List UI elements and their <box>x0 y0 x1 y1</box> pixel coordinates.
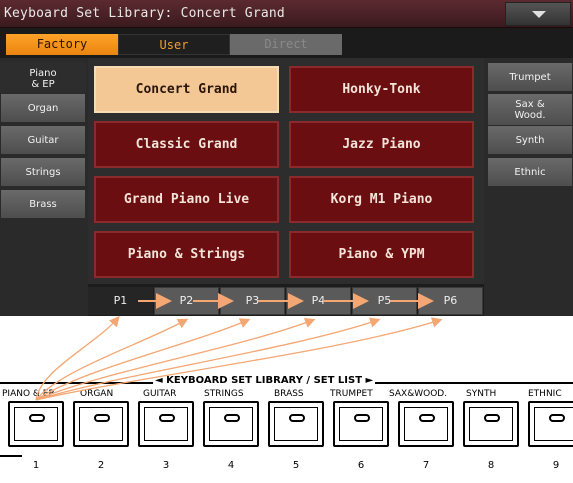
button-face <box>339 407 383 441</box>
led-indicator <box>419 414 435 422</box>
category-tab-label: Organ <box>27 102 59 114</box>
set-list-button-6[interactable] <box>333 401 389 447</box>
sound-button[interactable]: Concert Grand <box>94 66 279 113</box>
led-indicator <box>549 414 565 422</box>
set-list-button-4[interactable] <box>203 401 259 447</box>
panel-baseline <box>0 455 22 457</box>
category-tab-ethnic[interactable]: Ethnic <box>487 157 573 187</box>
tab-direct: Direct <box>230 34 342 55</box>
sound-button[interactable]: Grand Piano Live <box>94 176 279 223</box>
sound-button[interactable]: Korg M1 Piano <box>289 176 474 223</box>
sound-grid: Concert Grand Honky-Tonk Classic Grand J… <box>88 58 484 284</box>
set-list-button-5[interactable] <box>268 401 324 447</box>
page-tab-p2[interactable]: P2 <box>154 287 219 315</box>
sound-button[interactable]: Jazz Piano <box>289 121 474 168</box>
button-number: 5 <box>292 460 300 471</box>
category-tab-label: Synth <box>515 134 545 146</box>
page-tab-p3[interactable]: P3 <box>220 287 285 315</box>
category-tab-label: Trumpet <box>509 71 551 83</box>
button-face <box>404 407 448 441</box>
led-indicator <box>29 414 45 422</box>
set-list-button-8[interactable] <box>463 401 519 447</box>
set-list-category-label: BRASS <box>274 389 304 399</box>
tab-user[interactable]: User <box>118 34 230 55</box>
set-list-category-label: STRINGS <box>204 389 244 399</box>
button-number: 8 <box>487 460 495 471</box>
set-list-button-2[interactable] <box>73 401 129 447</box>
set-list-button-3[interactable] <box>138 401 194 447</box>
category-tab-guitar[interactable]: Guitar <box>0 125 86 155</box>
button-to-page-arrow <box>35 317 316 401</box>
button-to-page-arrow <box>35 317 381 401</box>
category-tab-trumpet[interactable]: Trumpet <box>487 62 573 92</box>
page-tabbar: P1 P2 P3 P4 P5 P6 <box>88 284 484 316</box>
led-indicator <box>289 414 305 422</box>
keyboard-set-library-screen: Keyboard Set Library: Concert Grand Fact… <box>0 0 573 316</box>
sound-button[interactable]: Classic Grand <box>94 121 279 168</box>
triangle-down-icon <box>532 11 546 18</box>
sound-button[interactable]: Honky-Tonk <box>289 66 474 113</box>
button-face <box>209 407 253 441</box>
category-tab-label: Piano & EP <box>29 67 57 90</box>
button-face <box>144 407 188 441</box>
page-tab-p6[interactable]: P6 <box>418 287 483 315</box>
category-tab-label: Strings <box>25 166 61 178</box>
led-indicator <box>354 414 370 422</box>
button-number: 1 <box>32 460 40 471</box>
category-tab-label: Sax & Wood. <box>514 98 546 121</box>
led-indicator <box>224 414 240 422</box>
button-number: 6 <box>357 460 365 471</box>
page-title: Keyboard Set Library: Concert Grand <box>4 6 285 21</box>
category-tab-sax-wood[interactable]: Sax & Wood. <box>487 93 573 126</box>
set-list-button-9[interactable] <box>528 401 573 447</box>
button-face <box>534 407 573 441</box>
category-tab-label: Brass <box>29 198 57 210</box>
set-list-title: ◄ KEYBOARD SET LIBRARY / SET LIST ► <box>153 375 376 386</box>
button-to-page-arrow <box>35 318 251 401</box>
set-list-category-label: PIANO & EP <box>2 389 54 399</box>
button-to-page-arrow <box>35 318 189 401</box>
button-number: 4 <box>227 460 235 471</box>
set-list-category-label: ETHNIC <box>528 389 562 399</box>
button-face <box>274 407 318 441</box>
tab-factory[interactable]: Factory <box>6 34 118 55</box>
button-to-page-arrow <box>35 317 443 401</box>
button-number: 7 <box>422 460 430 471</box>
page-menu-button[interactable] <box>505 2 571 26</box>
sound-button[interactable]: Piano & YPM <box>289 231 474 278</box>
button-face <box>79 407 123 441</box>
page-tab-p1[interactable]: P1 <box>88 287 153 315</box>
category-tab-brass[interactable]: Brass <box>0 189 86 219</box>
page-tab-p5[interactable]: P5 <box>352 287 417 315</box>
button-number: 9 <box>552 460 560 471</box>
title-bar: Keyboard Set Library: Concert Grand <box>0 0 573 28</box>
page-tab-p4[interactable]: P4 <box>286 287 351 315</box>
category-tab-synth[interactable]: Synth <box>487 125 573 155</box>
category-tab-label: Guitar <box>27 134 59 146</box>
sound-button[interactable]: Piano & Strings <box>94 231 279 278</box>
button-to-page-arrow <box>35 316 120 401</box>
category-tab-strings[interactable]: Strings <box>0 157 86 187</box>
button-number: 3 <box>162 460 170 471</box>
category-tab-label: Ethnic <box>514 166 546 178</box>
set-list-category-label: SYNTH <box>466 389 497 399</box>
category-tab-piano-ep[interactable]: Piano & EP <box>0 62 86 95</box>
category-tab-organ[interactable]: Organ <box>0 93 86 123</box>
set-list-category-label: TRUMPET <box>330 389 373 399</box>
set-list-button-1[interactable] <box>8 401 64 447</box>
set-list-category-label: GUITAR <box>143 389 177 399</box>
button-face <box>469 407 513 441</box>
bank-tabbar: Factory User Direct <box>0 28 573 58</box>
set-list-category-label: SAX&WOOD. <box>389 389 448 399</box>
led-indicator <box>94 414 110 422</box>
led-indicator <box>484 414 500 422</box>
button-number: 2 <box>97 460 105 471</box>
button-face <box>14 407 58 441</box>
led-indicator <box>159 414 175 422</box>
set-list-button-7[interactable] <box>398 401 454 447</box>
set-list-category-label: ORGAN <box>80 389 114 399</box>
